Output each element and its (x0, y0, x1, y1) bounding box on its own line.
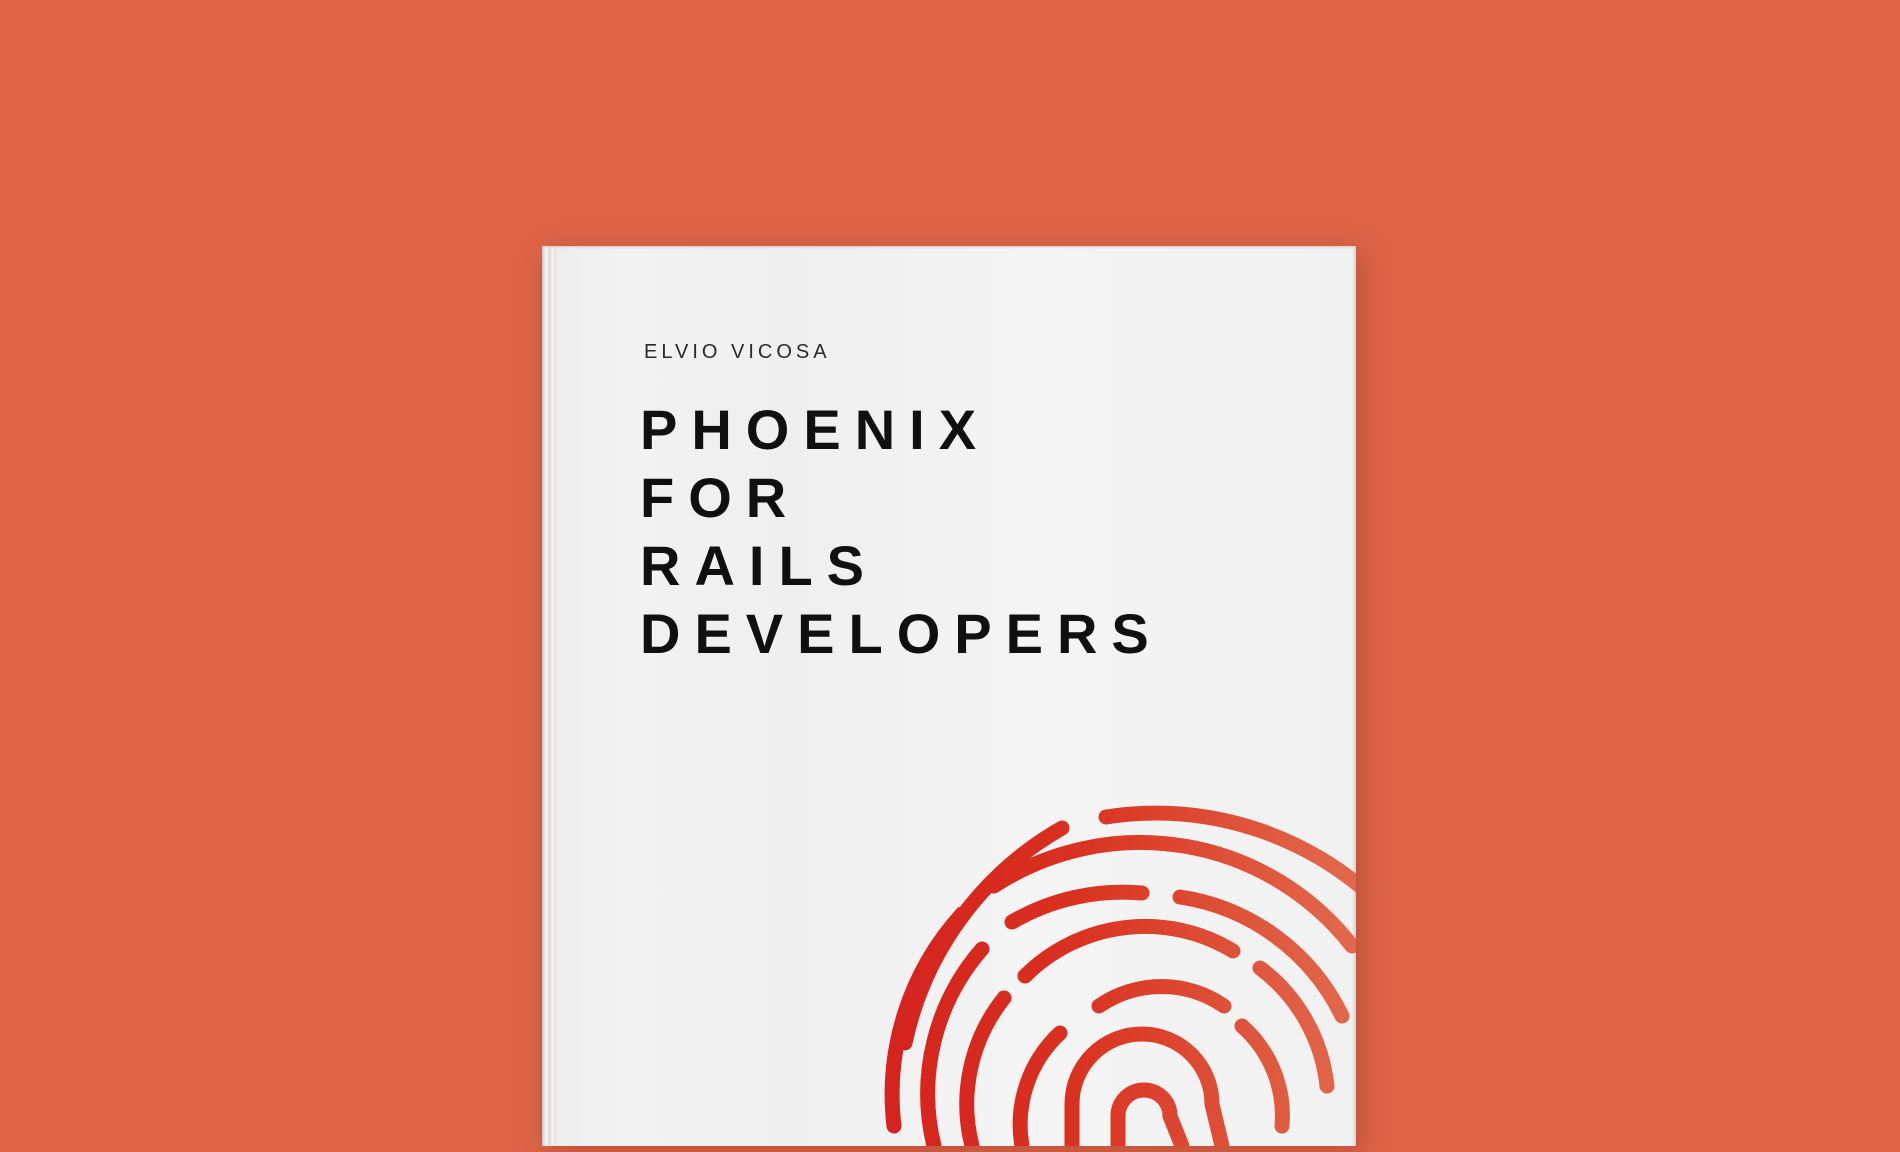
fingerprint-ridge (1110, 1082, 1190, 1146)
fingerprint-ridge (1012, 1025, 1068, 1146)
product-scene: ELVIO VICOSA PHOENIX FOR RAILS DEVELOPER… (0, 0, 1900, 1152)
book-cover: ELVIO VICOSA PHOENIX FOR RAILS DEVELOPER… (542, 246, 1356, 1146)
fingerprint-ridge (1017, 918, 1241, 984)
fingerprint-icon (884, 805, 1356, 1146)
fingerprint-ridge (1091, 979, 1232, 1014)
fingerprint-ridge (1004, 884, 1150, 930)
fingerprint-ridge (1234, 1018, 1290, 1134)
fingerprint-ridge (959, 990, 1012, 1146)
